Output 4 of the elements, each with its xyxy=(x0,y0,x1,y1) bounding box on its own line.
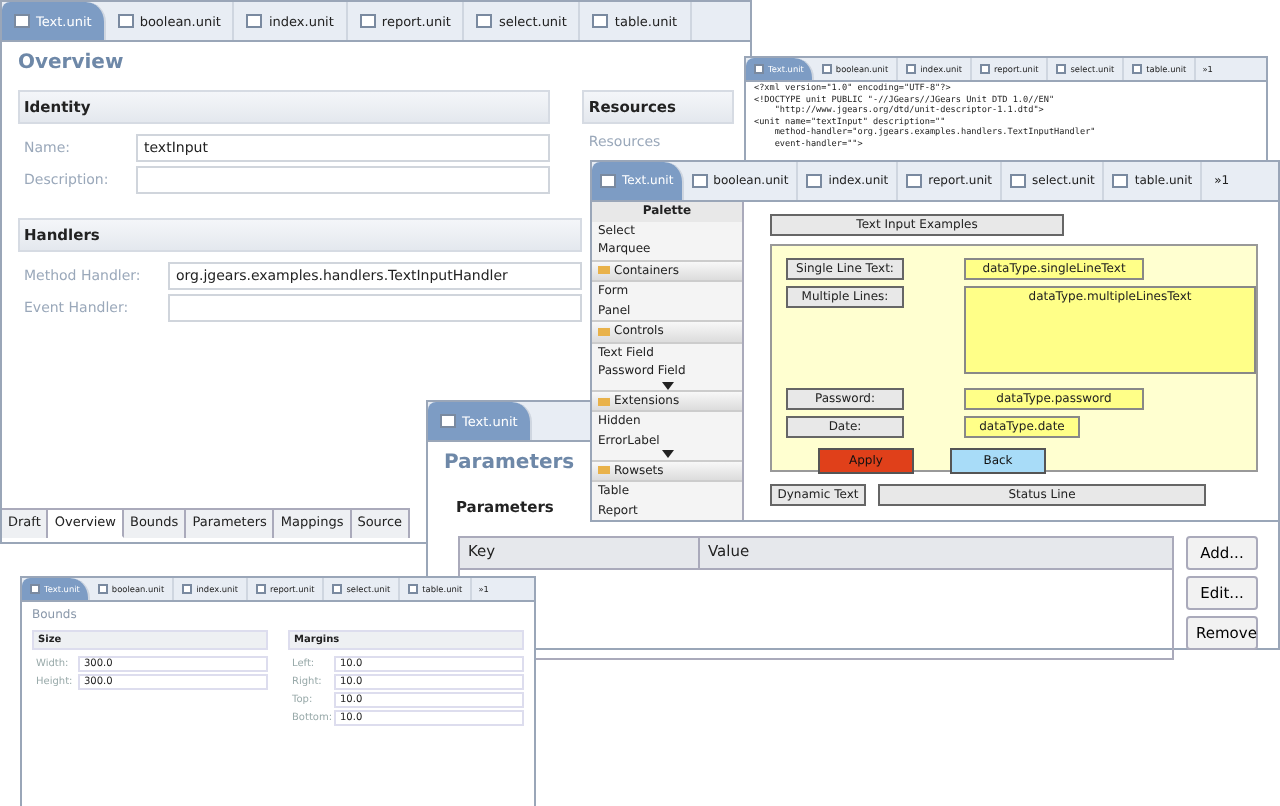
page-title: Overview xyxy=(18,52,126,74)
text-field[interactable] xyxy=(168,294,582,322)
text-field[interactable] xyxy=(136,166,551,194)
page-title: Parameters xyxy=(444,452,575,474)
